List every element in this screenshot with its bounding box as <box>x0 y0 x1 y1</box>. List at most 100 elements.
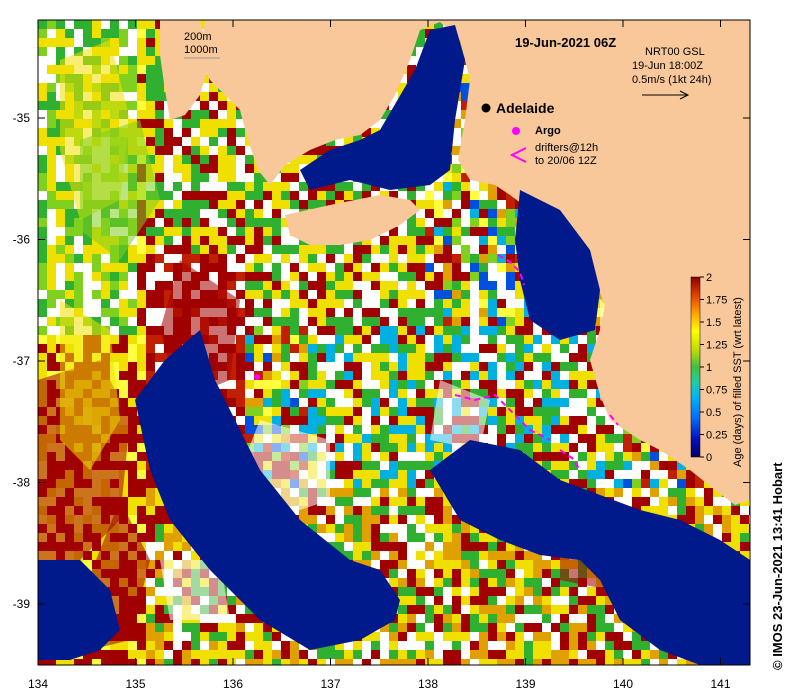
sst-cell <box>488 416 498 426</box>
sst-cell <box>380 398 390 408</box>
sst-cell <box>425 389 435 399</box>
sst-cell <box>497 281 507 291</box>
sst-cell <box>551 569 561 579</box>
sst-cell <box>398 560 408 570</box>
sst-cell <box>272 299 282 309</box>
sst-cell <box>182 146 192 156</box>
sst-cell <box>335 506 345 516</box>
sst-cell <box>164 191 174 201</box>
sst-cell <box>587 443 597 453</box>
sst-cell <box>236 191 246 201</box>
sst-cell <box>335 398 345 408</box>
sst-cell <box>344 245 354 255</box>
sst-cell <box>434 452 444 462</box>
sst-cell <box>173 173 183 183</box>
sst-cell <box>722 515 732 525</box>
sst-cell <box>497 560 507 570</box>
sst-cell <box>146 317 156 327</box>
sst-cell <box>317 290 327 300</box>
sst-cell <box>155 110 165 120</box>
sst-cell <box>605 479 615 489</box>
sst-cell <box>380 452 390 462</box>
sst-cell <box>326 344 336 354</box>
sst-cell <box>434 524 444 534</box>
sst-cell <box>344 461 354 471</box>
sst-cell <box>155 227 165 237</box>
sst-cell <box>542 398 552 408</box>
sst-cell <box>497 236 507 246</box>
sst-cell <box>425 317 435 327</box>
sst-cell <box>47 74 57 84</box>
sst-cell <box>146 290 156 300</box>
sst-cell <box>434 290 444 300</box>
sst-cell <box>137 470 147 480</box>
sst-cell <box>272 389 282 399</box>
sst-cell <box>713 515 723 525</box>
sst-cell <box>218 200 228 210</box>
sst-cell <box>398 299 408 309</box>
sst-cell <box>128 263 138 273</box>
sst-cell <box>38 227 48 237</box>
sst-cell <box>146 263 156 273</box>
sst-cell <box>326 254 336 264</box>
sst-cell <box>362 551 372 561</box>
sst-cell <box>254 398 264 408</box>
sst-cell <box>677 506 687 516</box>
sst-cell <box>227 398 237 408</box>
sst-cell <box>335 326 345 336</box>
sst-cell <box>434 362 444 372</box>
sst-cell <box>389 407 399 417</box>
sst-cell <box>560 461 570 471</box>
sst-cell <box>515 389 525 399</box>
sst-cell <box>371 335 381 345</box>
sst-cell <box>362 308 372 318</box>
sst-cell <box>380 281 390 291</box>
sst-cell <box>461 560 471 570</box>
sst-cell <box>326 416 336 426</box>
sst-cell <box>524 326 534 336</box>
sst-cell <box>299 281 309 291</box>
sst-cell <box>425 326 435 336</box>
sst-cell <box>596 443 606 453</box>
sst-cell <box>335 371 345 381</box>
sst-cell <box>506 290 516 300</box>
sst-cell <box>344 290 354 300</box>
sst-cell <box>533 389 543 399</box>
sst-cell <box>515 434 525 444</box>
sst-cell <box>56 20 66 30</box>
sst-cell <box>479 254 489 264</box>
sst-cell <box>209 272 219 282</box>
sst-cell <box>407 281 417 291</box>
sst-cell <box>641 452 651 462</box>
sst-cell <box>47 83 57 93</box>
sst-cell <box>119 326 129 336</box>
sst-cell <box>353 452 363 462</box>
sst-cell <box>146 506 156 516</box>
sst-cell <box>182 164 192 174</box>
sst-cell <box>425 218 435 228</box>
sst-cell <box>353 551 363 561</box>
sst-cell <box>155 578 165 588</box>
sst-cell <box>335 308 345 318</box>
sst-cell <box>389 560 399 570</box>
sst-cell <box>497 407 507 417</box>
sst-cell <box>506 389 516 399</box>
sst-cell <box>245 245 255 255</box>
sst-cell <box>623 470 633 480</box>
sst-cell <box>209 119 219 129</box>
sst-cell <box>47 254 57 264</box>
sst-cell <box>434 182 444 192</box>
sst-cell <box>443 227 453 237</box>
sst-cell <box>137 29 147 39</box>
sst-cell <box>488 551 498 561</box>
sst-cell <box>119 335 129 345</box>
sst-cell <box>128 362 138 372</box>
sst-cell <box>371 380 381 390</box>
sst-cell <box>218 173 228 183</box>
sst-cell <box>146 119 156 129</box>
sst-cell <box>443 191 453 201</box>
sst-cell <box>128 290 138 300</box>
sst-cell <box>272 371 282 381</box>
sst-cell <box>470 272 480 282</box>
sst-cell <box>515 344 525 354</box>
